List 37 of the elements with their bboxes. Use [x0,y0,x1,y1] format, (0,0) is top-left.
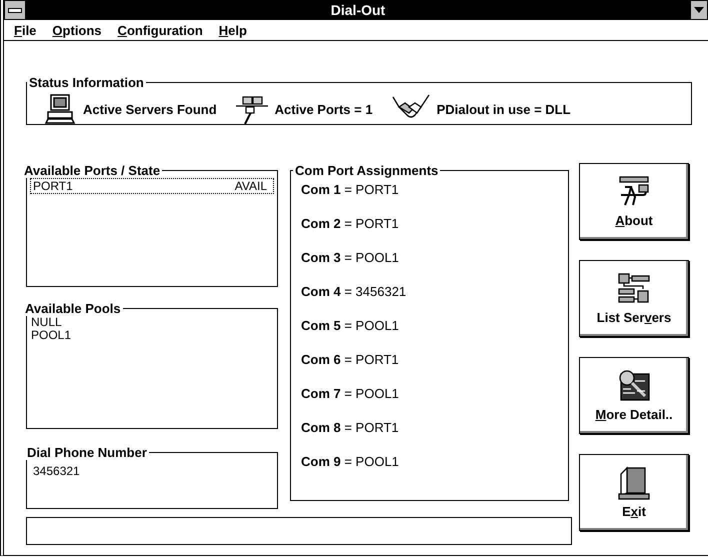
servers-status: Active Servers Found [83,102,217,116]
com-assignment: Com 5 = POOL1 [301,318,399,333]
group-title: Dial Phone Number [26,445,148,460]
minimize-button[interactable] [690,0,708,20]
com-assignment: Com 2 = PORT1 [301,216,399,231]
menu-item[interactable]: File [8,20,42,40]
down-arrow-icon [694,7,704,13]
toolbar-button[interactable]: Exit [579,454,689,531]
magnifier-document-icon [617,369,651,403]
group-title: Available Ports / State [23,163,162,178]
com-assignment: Com 1 = PORT1 [301,182,399,197]
dialout-status: PDialout in use = DLL [436,102,571,116]
menu-item[interactable]: Configuration [112,20,209,40]
menu-item[interactable]: Help [212,20,253,40]
port-list-item[interactable]: PORT1 AVAIL [30,178,274,194]
com-assignment: Com 8 = PORT1 [301,420,399,435]
toolbar-button[interactable]: About [579,163,689,240]
door-icon [617,466,651,500]
menu-item[interactable]: Options [46,20,108,40]
com-assignment: Com 7 = POOL1 [301,386,399,401]
pool-list-item[interactable]: POOL1 [31,329,273,342]
com-assignment: Com 4 = 3456321 [301,284,406,299]
ports-listbox[interactable]: Available Ports / State PORT1 AVAIL [26,163,278,287]
window-title: Dial-Out [330,2,386,18]
pools-listbox[interactable]: Available Pools NULL POOL1 [26,301,278,429]
com-assignment: Com 3 = POOL1 [301,250,399,265]
pool-list-item[interactable]: NULL [31,316,273,329]
system-menu-button[interactable] [4,0,26,20]
toolbar-button[interactable]: More Detail.. [579,357,689,434]
ports-status: Active Ports = 1 [274,102,373,116]
toolbar-button[interactable]: List Servers [579,260,689,337]
group-title: Com Port Assignments [294,163,440,178]
com-assignment: Com 9 = POOL1 [301,454,399,469]
group-title: Available Pools [24,301,122,316]
group-title: Status Information [28,75,145,90]
com-assignment: Com 6 = PORT1 [301,352,399,367]
phone-number-field[interactable]: Dial Phone Number 3456321 [26,445,278,509]
